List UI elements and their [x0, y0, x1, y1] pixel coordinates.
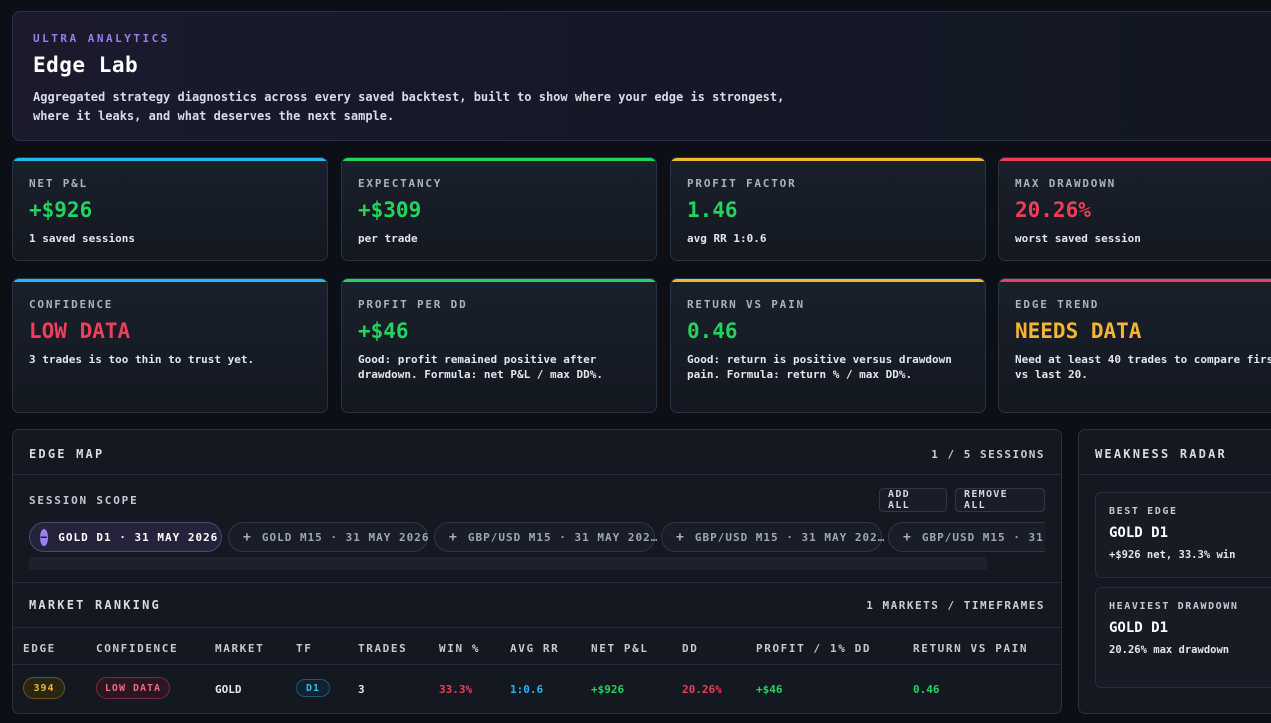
stat-label: PROFIT FACTOR: [687, 177, 797, 190]
hero-header: ULTRA ANALYTICS Edge Lab Aggregated stra…: [12, 11, 1271, 141]
divider: [13, 474, 1061, 475]
column-header-net-pl[interactable]: NET P&L: [591, 642, 649, 655]
win-rate-cell: 33.3%: [439, 683, 473, 696]
session-count: 1 / 5 SESSIONS: [931, 448, 1045, 461]
edge-map-panel: EDGE MAP 1 / 5 SESSIONS SESSION SCOPE AD…: [12, 429, 1062, 714]
stat-card-profit-per-dd: PROFIT PER DD +$46 Good: profit remained…: [341, 278, 657, 413]
stat-card-confidence: CONFIDENCE LOW DATA 3 trades is too thin…: [12, 278, 328, 413]
session-chip-list: − GOLD D1 · 31 MAY 2026 + GOLD M15 · 31 …: [29, 522, 1045, 554]
market-cell: GOLD: [215, 683, 242, 696]
divider: [13, 582, 1061, 583]
timeframe-badge: D1: [296, 679, 330, 697]
stat-label: NET P&L: [29, 177, 88, 190]
stat-label: RETURN VS PAIN: [687, 298, 805, 311]
best-edge-card: BEST EDGE GOLD D1 +$926 net, 33.3% win: [1095, 492, 1271, 578]
stat-value: 1.46: [687, 198, 738, 222]
stat-value: +$309: [358, 198, 422, 222]
column-header-tf[interactable]: TF: [296, 642, 312, 655]
stat-label: MAX DRAWDOWN: [1015, 177, 1117, 190]
stat-card-profit-factor: PROFIT FACTOR 1.46 avg RR 1:0.6: [670, 157, 986, 261]
chip-scrollbar[interactable]: [29, 557, 987, 570]
markets-count: 1 MARKETS / TIMEFRAMES: [866, 599, 1045, 612]
session-scope-label: SESSION SCOPE: [29, 494, 139, 507]
weakness-radar-panel: WEAKNESS RADAR BEST EDGE GOLD D1 +$926 n…: [1078, 429, 1271, 714]
divider: [13, 664, 1061, 665]
session-chip-label: GBP/USD M15 · 31 MAY 2026: [921, 530, 1045, 544]
column-header-dd[interactable]: DD: [682, 642, 698, 655]
stat-label: EXPECTANCY: [358, 177, 443, 190]
radar-card-subtext: +$926 net, 33.3% win: [1109, 549, 1236, 561]
edge-map-title: EDGE MAP: [29, 447, 105, 461]
avg-rr-cell: 1:0.6: [510, 683, 544, 696]
session-chip[interactable]: + GBP/USD M15 · 31 MAY 202…: [661, 522, 884, 552]
confidence-badge: LOW DATA: [96, 677, 170, 699]
edge-score-badge: 394: [23, 677, 65, 699]
page-description: Aggregated strategy diagnostics across e…: [33, 90, 785, 123]
stat-card-expectancy: EXPECTANCY +$309 per trade: [341, 157, 657, 261]
divider: [1079, 474, 1271, 475]
stat-card-edge-trend: EDGE TREND NEEDS DATA Need at least 40 t…: [998, 278, 1271, 413]
page-title: Edge Lab: [33, 53, 139, 77]
eyebrow-label: ULTRA ANALYTICS: [33, 32, 170, 45]
stat-subtext: Good: profit remained positive after dra…: [358, 353, 604, 381]
stat-value: 20.26%: [1015, 198, 1091, 222]
column-header-win[interactable]: WIN %: [439, 642, 480, 655]
column-header-market[interactable]: MARKET: [215, 642, 264, 655]
stat-label: EDGE TREND: [1015, 298, 1100, 311]
heaviest-drawdown-card: HEAVIEST DRAWDOWN GOLD D1 20.26% max dra…: [1095, 587, 1271, 688]
net-pl-cell: +$926: [591, 683, 625, 696]
stat-value: LOW DATA: [29, 319, 131, 343]
stat-subtext: per trade: [358, 232, 418, 245]
stat-value: +$46: [358, 319, 409, 343]
radar-card-label: HEAVIEST DRAWDOWN: [1109, 601, 1239, 612]
stat-value: +$926: [29, 198, 93, 222]
add-all-button[interactable]: ADD ALL: [879, 488, 947, 512]
plus-icon: +: [903, 529, 912, 545]
session-chip[interactable]: + GOLD M15 · 31 MAY 2026: [228, 522, 430, 552]
remove-all-button[interactable]: REMOVE ALL: [955, 488, 1045, 512]
column-header-trades[interactable]: TRADES: [358, 642, 407, 655]
session-chip-label: GBP/USD M15 · 31 MAY 202…: [467, 530, 659, 544]
stat-subtext: 1 saved sessions: [29, 232, 135, 245]
divider: [13, 627, 1061, 628]
return-vs-pain-cell: 0.46: [913, 683, 940, 696]
radar-card-subtext: 20.26% max drawdown: [1109, 644, 1230, 656]
session-chip-label: GOLD D1 · 31 MAY 2026: [58, 530, 219, 544]
stat-subtext: 3 trades is too thin to trust yet.: [29, 353, 255, 366]
plus-icon: +: [449, 529, 458, 545]
drawdown-cell: 20.26%: [682, 683, 722, 696]
weakness-radar-title: WEAKNESS RADAR: [1095, 447, 1227, 461]
column-header-profit-per-dd[interactable]: PROFIT / 1% DD: [756, 642, 871, 655]
plus-icon: +: [676, 529, 685, 545]
trades-cell: 3: [358, 683, 365, 696]
session-chip-active[interactable]: − GOLD D1 · 31 MAY 2026: [29, 522, 222, 552]
minus-icon: −: [40, 528, 49, 546]
stat-card-net-pl: NET P&L +$926 1 saved sessions: [12, 157, 328, 261]
market-ranking-title: MARKET RANKING: [29, 598, 161, 612]
column-header-return-vs-pain[interactable]: RETURN VS PAIN: [913, 642, 1028, 655]
radar-card-value: GOLD D1: [1109, 525, 1169, 541]
session-chip[interactable]: + GBP/USD M15 · 31 MAY 202…: [434, 522, 657, 552]
stat-value: 0.46: [687, 319, 738, 343]
column-header-confidence[interactable]: CONFIDENCE: [96, 642, 178, 655]
profit-per-dd-cell: +$46: [756, 683, 783, 696]
radar-card-label: BEST EDGE: [1109, 506, 1178, 517]
radar-card-value: GOLD D1: [1109, 620, 1169, 636]
plus-icon: +: [243, 529, 252, 545]
session-chip[interactable]: + GBP/USD M15 · 31 MAY 2026: [888, 522, 1045, 552]
session-chip-label: GOLD M15 · 31 MAY 2026: [261, 530, 430, 544]
stat-label: PROFIT PER DD: [358, 298, 468, 311]
stat-value: NEEDS DATA: [1015, 319, 1142, 343]
stat-subtext: Good: return is positive versus drawdown…: [687, 353, 952, 381]
stat-subtext: Need at least 40 trades to compare first…: [1015, 353, 1271, 381]
stat-label: CONFIDENCE: [29, 298, 114, 311]
stat-subtext: worst saved session: [1015, 232, 1141, 245]
stat-subtext: avg RR 1:0.6: [687, 232, 767, 245]
stat-card-max-drawdown: MAX DRAWDOWN 20.26% worst saved session: [998, 157, 1271, 261]
session-chip-label: GBP/USD M15 · 31 MAY 202…: [694, 530, 886, 544]
stat-card-return-vs-pain: RETURN VS PAIN 0.46 Good: return is posi…: [670, 278, 986, 413]
column-header-avg-rr[interactable]: AVG RR: [510, 642, 559, 655]
column-header-edge[interactable]: EDGE: [23, 642, 56, 655]
